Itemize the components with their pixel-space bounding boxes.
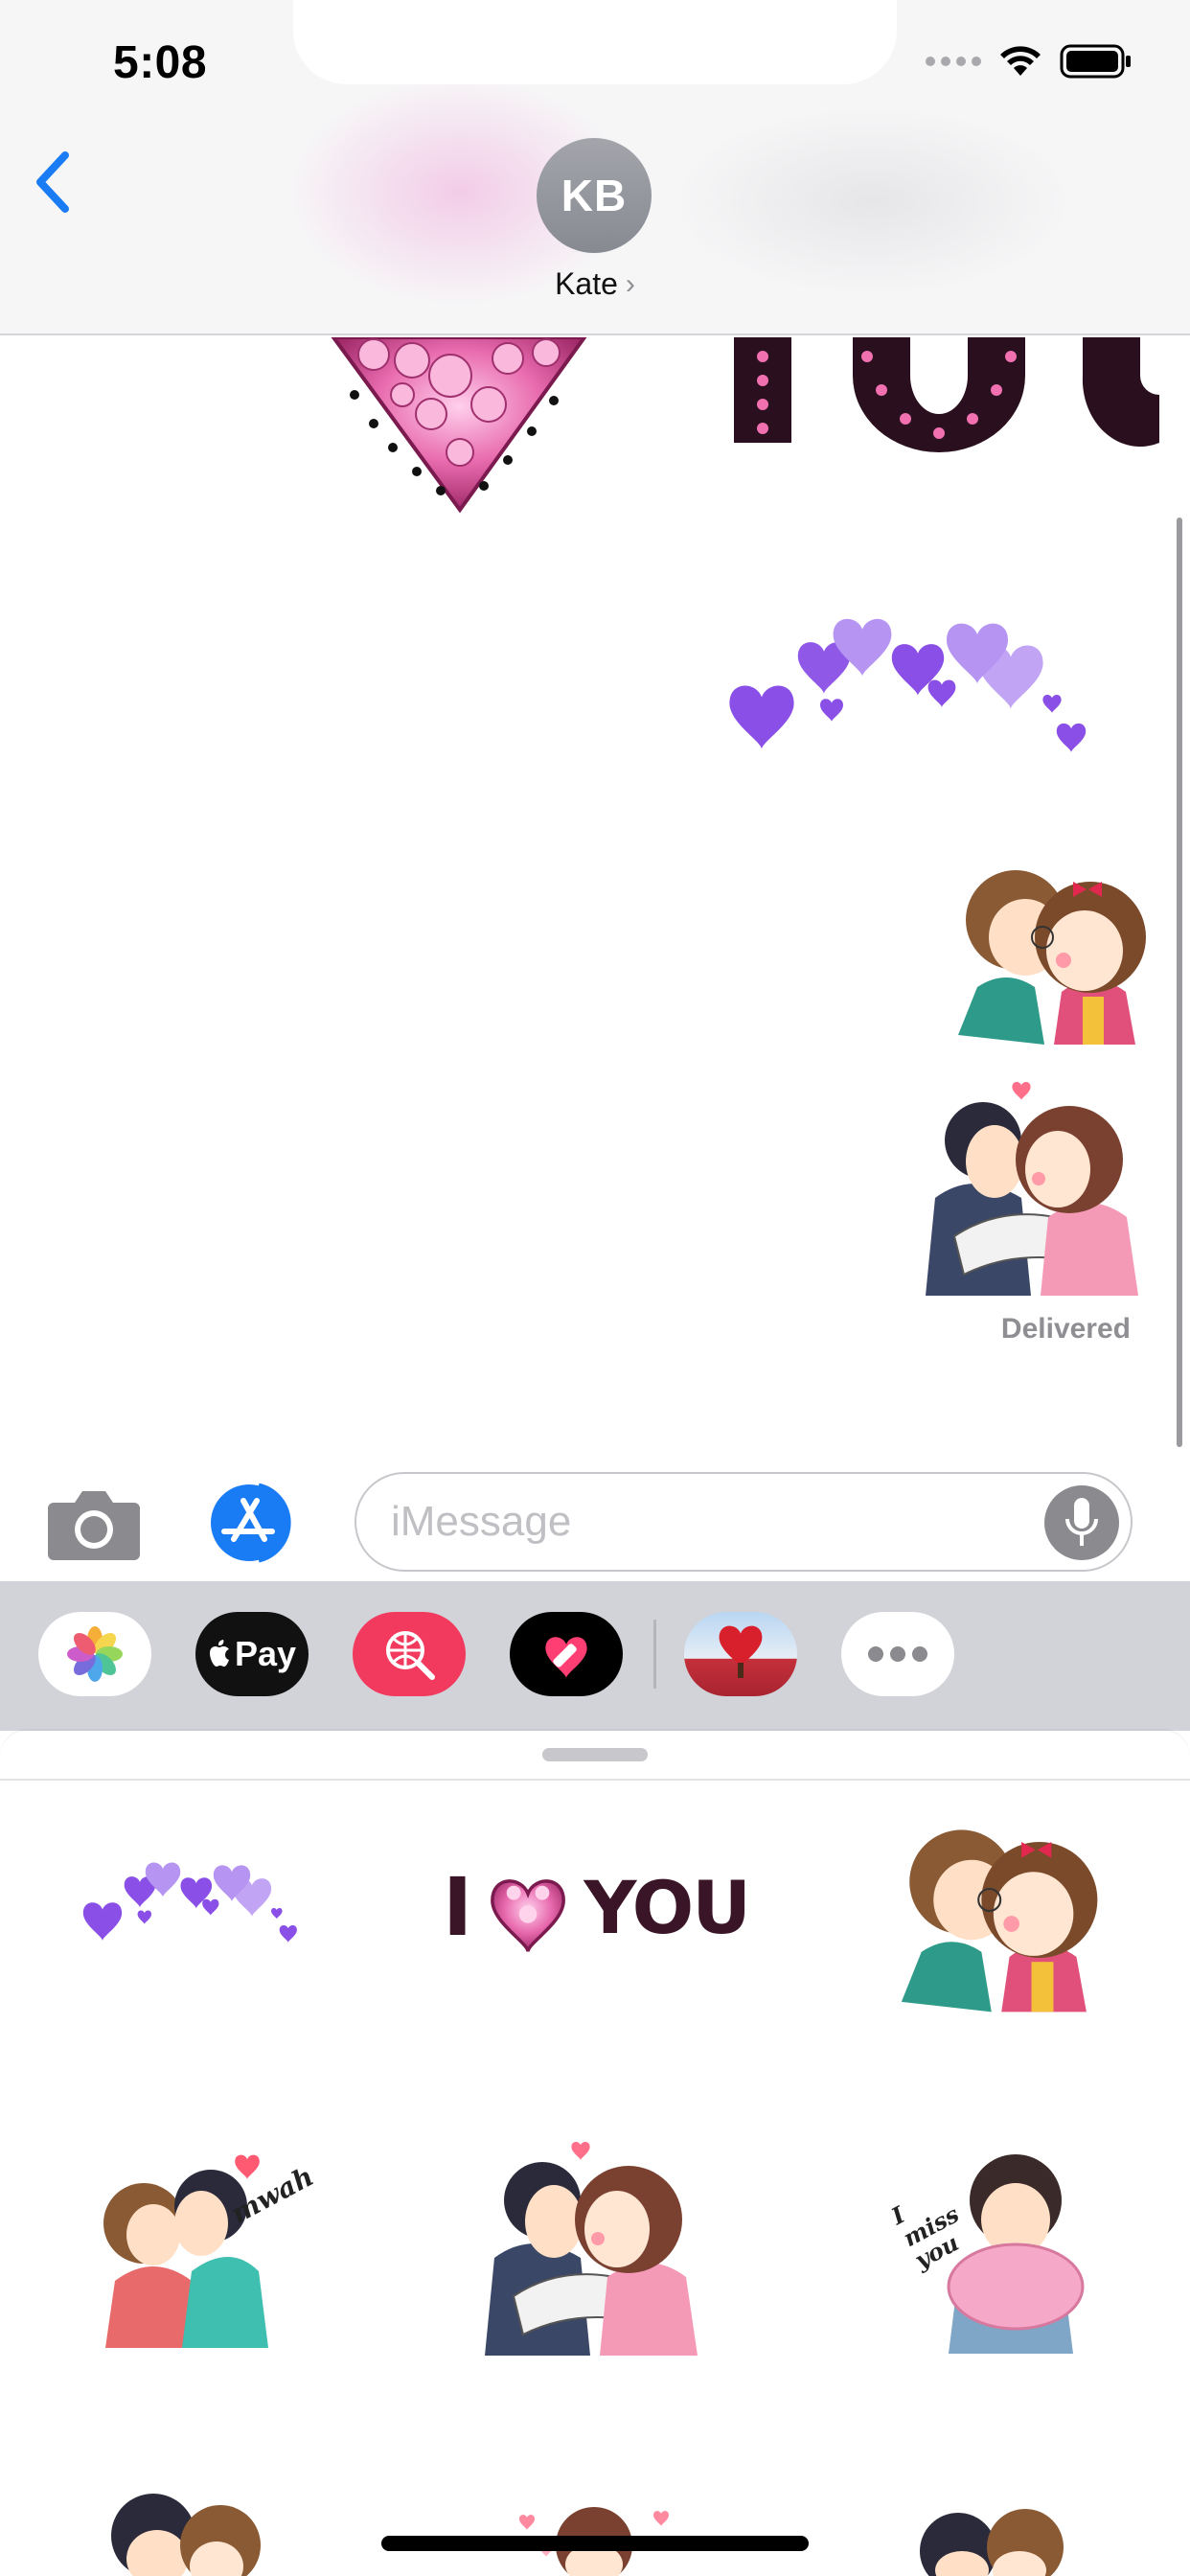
purple-hearts-sticker[interactable] xyxy=(719,604,1102,767)
photos-flower-icon xyxy=(67,1626,123,1682)
chevron-right-icon: › xyxy=(625,267,635,300)
chevron-left-icon xyxy=(36,151,69,213)
i-love-you-word-you: YOU xyxy=(584,1864,751,1950)
message-input[interactable] xyxy=(391,1474,1042,1570)
apple-pay-app-icon[interactable]: Pay xyxy=(195,1612,309,1696)
battery-icon xyxy=(1060,44,1133,79)
navigation-header: 5:08 KB Kate › xyxy=(0,0,1190,335)
compose-bar xyxy=(0,1457,1190,1581)
i-love-you-letter-i: I xyxy=(443,1860,473,1954)
drawer-sticker-kissing-couple[interactable] xyxy=(881,1802,1111,2022)
drawer-sticker-couple-partial-right[interactable] xyxy=(891,2484,1083,2576)
status-icons xyxy=(926,44,1133,79)
microphone-icon xyxy=(1065,1498,1098,1546)
device-notch xyxy=(293,0,897,84)
drawer-sticker-hugging-couple[interactable] xyxy=(485,2133,707,2356)
small-heart-icon xyxy=(235,2154,260,2179)
photos-app-icon[interactable] xyxy=(38,1612,151,1696)
heart-tree-icon xyxy=(719,1625,763,1678)
contact-name-button[interactable]: Kate › xyxy=(0,266,1190,302)
apple-pay-label: Pay xyxy=(234,1634,297,1673)
back-button[interactable] xyxy=(29,144,86,220)
drawer-sticker-couple-partial[interactable] xyxy=(96,2478,268,2576)
status-time: 5:08 xyxy=(113,37,208,88)
drawer-grabber[interactable] xyxy=(542,1748,648,1761)
kissing-couple-sticker[interactable] xyxy=(939,843,1159,1054)
scroll-indicator[interactable] xyxy=(1177,518,1182,1447)
imessage-screen: 5:08 KB Kate › Delivered iMessage Pay I … xyxy=(0,0,1190,2576)
app-strip-divider xyxy=(653,1620,656,1689)
contact-avatar[interactable]: KB xyxy=(537,138,652,253)
drawer-divider xyxy=(0,1779,1190,1781)
camera-button[interactable] xyxy=(46,1485,142,1562)
drawer-sticker-i-miss-you[interactable]: I miss you xyxy=(886,2143,1092,2354)
i-love-you-jewel-sticker[interactable] xyxy=(316,337,1159,519)
drawer-sticker-girl-hearts-partial[interactable] xyxy=(508,2482,680,2576)
wifi-icon xyxy=(998,45,1042,78)
image-search-app-icon[interactable] xyxy=(353,1612,466,1696)
camera-icon xyxy=(48,1491,140,1560)
app-store-button[interactable] xyxy=(201,1480,305,1566)
home-indicator[interactable] xyxy=(381,2536,809,2551)
contact-name: Kate xyxy=(555,266,618,301)
jewel-heart-icon xyxy=(491,1879,566,1954)
hugging-couple-kiss-sticker[interactable] xyxy=(926,1073,1148,1296)
apple-logo-icon xyxy=(209,1640,229,1667)
app-store-icon xyxy=(211,1483,291,1563)
drawer-sticker-mwah-couple[interactable]: mwah xyxy=(86,2147,319,2348)
more-apps-icon[interactable] xyxy=(841,1612,954,1696)
imessage-app-strip: Pay xyxy=(0,1581,1190,1731)
delivered-status: Delivered xyxy=(1000,1313,1131,1345)
ellipsis-icon xyxy=(868,1646,927,1662)
message-input-field[interactable] xyxy=(355,1472,1133,1572)
dictation-button[interactable] xyxy=(1044,1485,1119,1560)
heart-sticker-app-icon[interactable] xyxy=(510,1612,623,1696)
boy-with-pillow-illustration xyxy=(947,2154,1085,2354)
heart-tree-app-icon[interactable] xyxy=(684,1612,797,1696)
signal-icon xyxy=(926,57,981,66)
drawer-sticker-purple-hearts[interactable] xyxy=(77,1850,307,1955)
globe-search-icon xyxy=(386,1631,435,1680)
heart-bandage-icon xyxy=(545,1637,587,1678)
drawer-sticker-i-love-you[interactable]: I YOU xyxy=(443,1850,751,1965)
